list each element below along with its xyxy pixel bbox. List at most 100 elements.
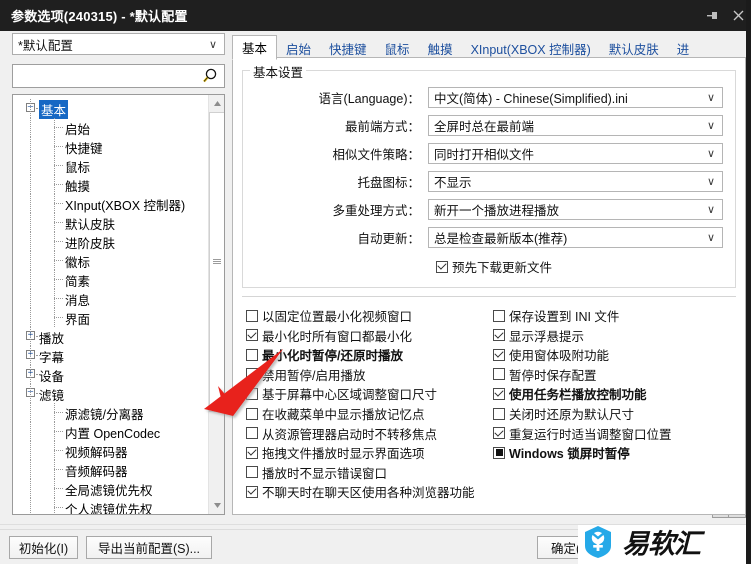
tree-item-label: 滤镜 (39, 389, 65, 403)
scroll-up-icon[interactable] (209, 95, 224, 112)
field-select-2[interactable]: 同时打开相似文件 ∨ (428, 142, 723, 164)
tree-trunk (30, 441, 31, 460)
field-select-4[interactable]: 新开一个播放进程播放 ∨ (428, 198, 723, 220)
tree-item-label: 简素 (65, 275, 91, 289)
tree-trunk (30, 137, 31, 156)
checkbox-label: 暂停时保存配置 (509, 368, 597, 383)
tree-item-13[interactable]: + 字幕 (13, 346, 209, 365)
settings-tree[interactable]: – 基本启始快捷键 鼠标 触摸 XInput(XBOX 控制器) 默认皮肤 进阶皮肤 徽标简素… (12, 94, 225, 515)
tree-item-20[interactable]: 全局滤镜优先权 (13, 479, 209, 498)
tree-item-2[interactable]: 快捷键 (13, 137, 209, 156)
tree-trunk (30, 270, 31, 289)
checkbox-box (246, 466, 258, 479)
init-button[interactable]: 初始化(I) (9, 536, 78, 559)
tree-item-0[interactable]: – 基本 (13, 99, 209, 119)
tree-item-16[interactable]: 源滤镜/分离器 (13, 403, 209, 422)
tree-item-9[interactable]: 简素 (13, 270, 209, 289)
tree-connector (54, 317, 63, 318)
field-select-0[interactable]: 中文(简体) - Chinese(Simplified).ini ∨ (428, 86, 723, 108)
tree-trunk (30, 327, 31, 346)
checkbox-left-2[interactable]: 最小化时暂停/还原时播放 (246, 345, 403, 364)
checkbox-label: 播放时不显示错误窗口 (262, 466, 388, 481)
field-select-value: 总是检查最新版本(推荐) (434, 231, 568, 246)
chevron-down-icon: ∨ (706, 147, 715, 160)
tree-connector (54, 488, 63, 489)
tree-trunk (30, 498, 31, 514)
tree-item-1[interactable]: 启始 (13, 118, 209, 137)
checkbox-left-7[interactable]: 拖拽文件播放时显示界面选项 (246, 443, 425, 462)
tree-connector (54, 507, 63, 508)
field-row-2: 相似文件策略： 同时打开相似文件 ∨ (243, 141, 737, 165)
checkbox-right-5[interactable]: 关闭时还原为默认尺寸 (493, 404, 634, 423)
checkbox-left-3[interactable]: 禁用暂停/启用播放 (246, 365, 365, 384)
tree-item-21[interactable]: 个人滤镜优先权 (13, 498, 209, 514)
checkbox-left-8[interactable]: 播放时不显示错误窗口 (246, 463, 387, 482)
pin-icon[interactable] (699, 0, 725, 31)
tree-item-3[interactable]: 鼠标 (13, 156, 209, 175)
tree-scrollbar-thumb[interactable] (209, 112, 224, 412)
checkbox-left-0[interactable]: 以固定位置最小化视频窗口 (246, 306, 412, 325)
tree-item-14[interactable]: + 设备 (13, 365, 209, 384)
tree-trunk (30, 232, 31, 251)
tree-item-label: 播放 (39, 332, 65, 346)
tree-item-5[interactable]: XInput(XBOX 控制器) (13, 194, 209, 213)
checkbox-right-7[interactable]: Windows 锁屏时暂停 (493, 443, 630, 462)
tree-item-8[interactable]: 徽标 (13, 251, 209, 270)
tree-connector (54, 222, 63, 223)
tree-item-12[interactable]: + 播放 (13, 327, 209, 346)
tree-item-15[interactable]: – 滤镜 (13, 384, 209, 403)
tree-item-10[interactable]: 消息 (13, 289, 209, 308)
checkbox-left-4[interactable]: 基于屏幕中心区域调整窗口尺寸 (246, 384, 437, 403)
field-select-1[interactable]: 全屏时总在最前端 ∨ (428, 114, 723, 136)
tree-item-18[interactable]: 视频解码器 (13, 441, 209, 460)
checkbox-box (493, 309, 505, 322)
checkbox-right-0[interactable]: 保存设置到 INI 文件 (493, 306, 619, 325)
yiruanhui-logo-icon (580, 525, 616, 564)
checkbox-label: 最小化时所有窗口都最小化 (262, 329, 413, 344)
tree-item-4[interactable]: 触摸 (13, 175, 209, 194)
checkbox-right-3[interactable]: 暂停时保存配置 (493, 365, 597, 384)
tree-trunk (30, 403, 31, 422)
tree-trunk (30, 460, 31, 479)
checkbox-right-2[interactable]: 使用窗体吸附功能 (493, 345, 609, 364)
checkbox-pre-download-update[interactable]: 预先下载更新文件 (436, 257, 552, 276)
checkbox-left-1[interactable]: 最小化时所有窗口都最小化 (246, 326, 412, 345)
checkbox-label: 使用任务栏播放控制功能 (509, 388, 647, 403)
tab-0[interactable]: 基本 (232, 35, 278, 60)
tree-item-7[interactable]: 进阶皮肤 (13, 232, 209, 251)
tree-connector (54, 241, 63, 242)
checkbox-left-9[interactable]: 不聊天时在聊天区使用各种浏览器功能 (246, 482, 475, 501)
field-select-value: 不显示 (434, 175, 472, 190)
field-select-value: 同时打开相似文件 (434, 147, 535, 162)
export-config-button[interactable]: 导出当前配置(S)... (86, 536, 212, 559)
tree-scrollbar[interactable] (208, 95, 224, 514)
options-checkbox-grid: 以固定位置最小化视频窗口最小化时所有窗口都最小化 最小化时暂停/还原时播放 禁用暂停… (242, 306, 736, 506)
scroll-down-icon[interactable] (209, 497, 224, 514)
tree-trunk (30, 194, 31, 213)
tree-item-label: 启始 (65, 123, 91, 137)
tree-trunk (30, 99, 31, 118)
tree-connector (54, 298, 63, 299)
tree-item-11[interactable]: 界面 (13, 308, 209, 327)
tree-item-label: 快捷键 (65, 142, 103, 156)
tree-item-6[interactable]: 默认皮肤 (13, 213, 209, 232)
tree-trunk (30, 384, 31, 403)
window-edge (746, 0, 751, 564)
tree-connector (54, 469, 63, 470)
checkbox-left-5[interactable]: 在收藏菜单中显示播放记忆点 (246, 404, 425, 423)
search-input[interactable] (12, 64, 225, 88)
checkbox-left-6[interactable]: 从资源管理器启动时不转移焦点 (246, 424, 437, 443)
checkbox-right-4[interactable]: 使用任务栏播放控制功能 (493, 384, 647, 403)
tree-connector (54, 431, 63, 432)
field-label: 语言(Language)： (318, 91, 420, 106)
tree-item-19[interactable]: 音频解码器 (13, 460, 209, 479)
tree-connector-vertical (54, 194, 55, 213)
checkbox-label: 使用窗体吸附功能 (509, 349, 610, 364)
profile-select[interactable]: *默认配置 ∨ (12, 33, 225, 55)
chevron-down-icon: ∨ (706, 175, 715, 188)
field-select-3[interactable]: 不显示 ∨ (428, 170, 723, 192)
checkbox-right-1[interactable]: 显示浮悬提示 (493, 326, 584, 345)
checkbox-right-6[interactable]: 重复运行时适当调整窗口位置 (493, 424, 672, 443)
tree-item-17[interactable]: 内置 OpenCodec (13, 422, 209, 441)
field-select-5[interactable]: 总是检查最新版本(推荐) ∨ (428, 226, 723, 248)
